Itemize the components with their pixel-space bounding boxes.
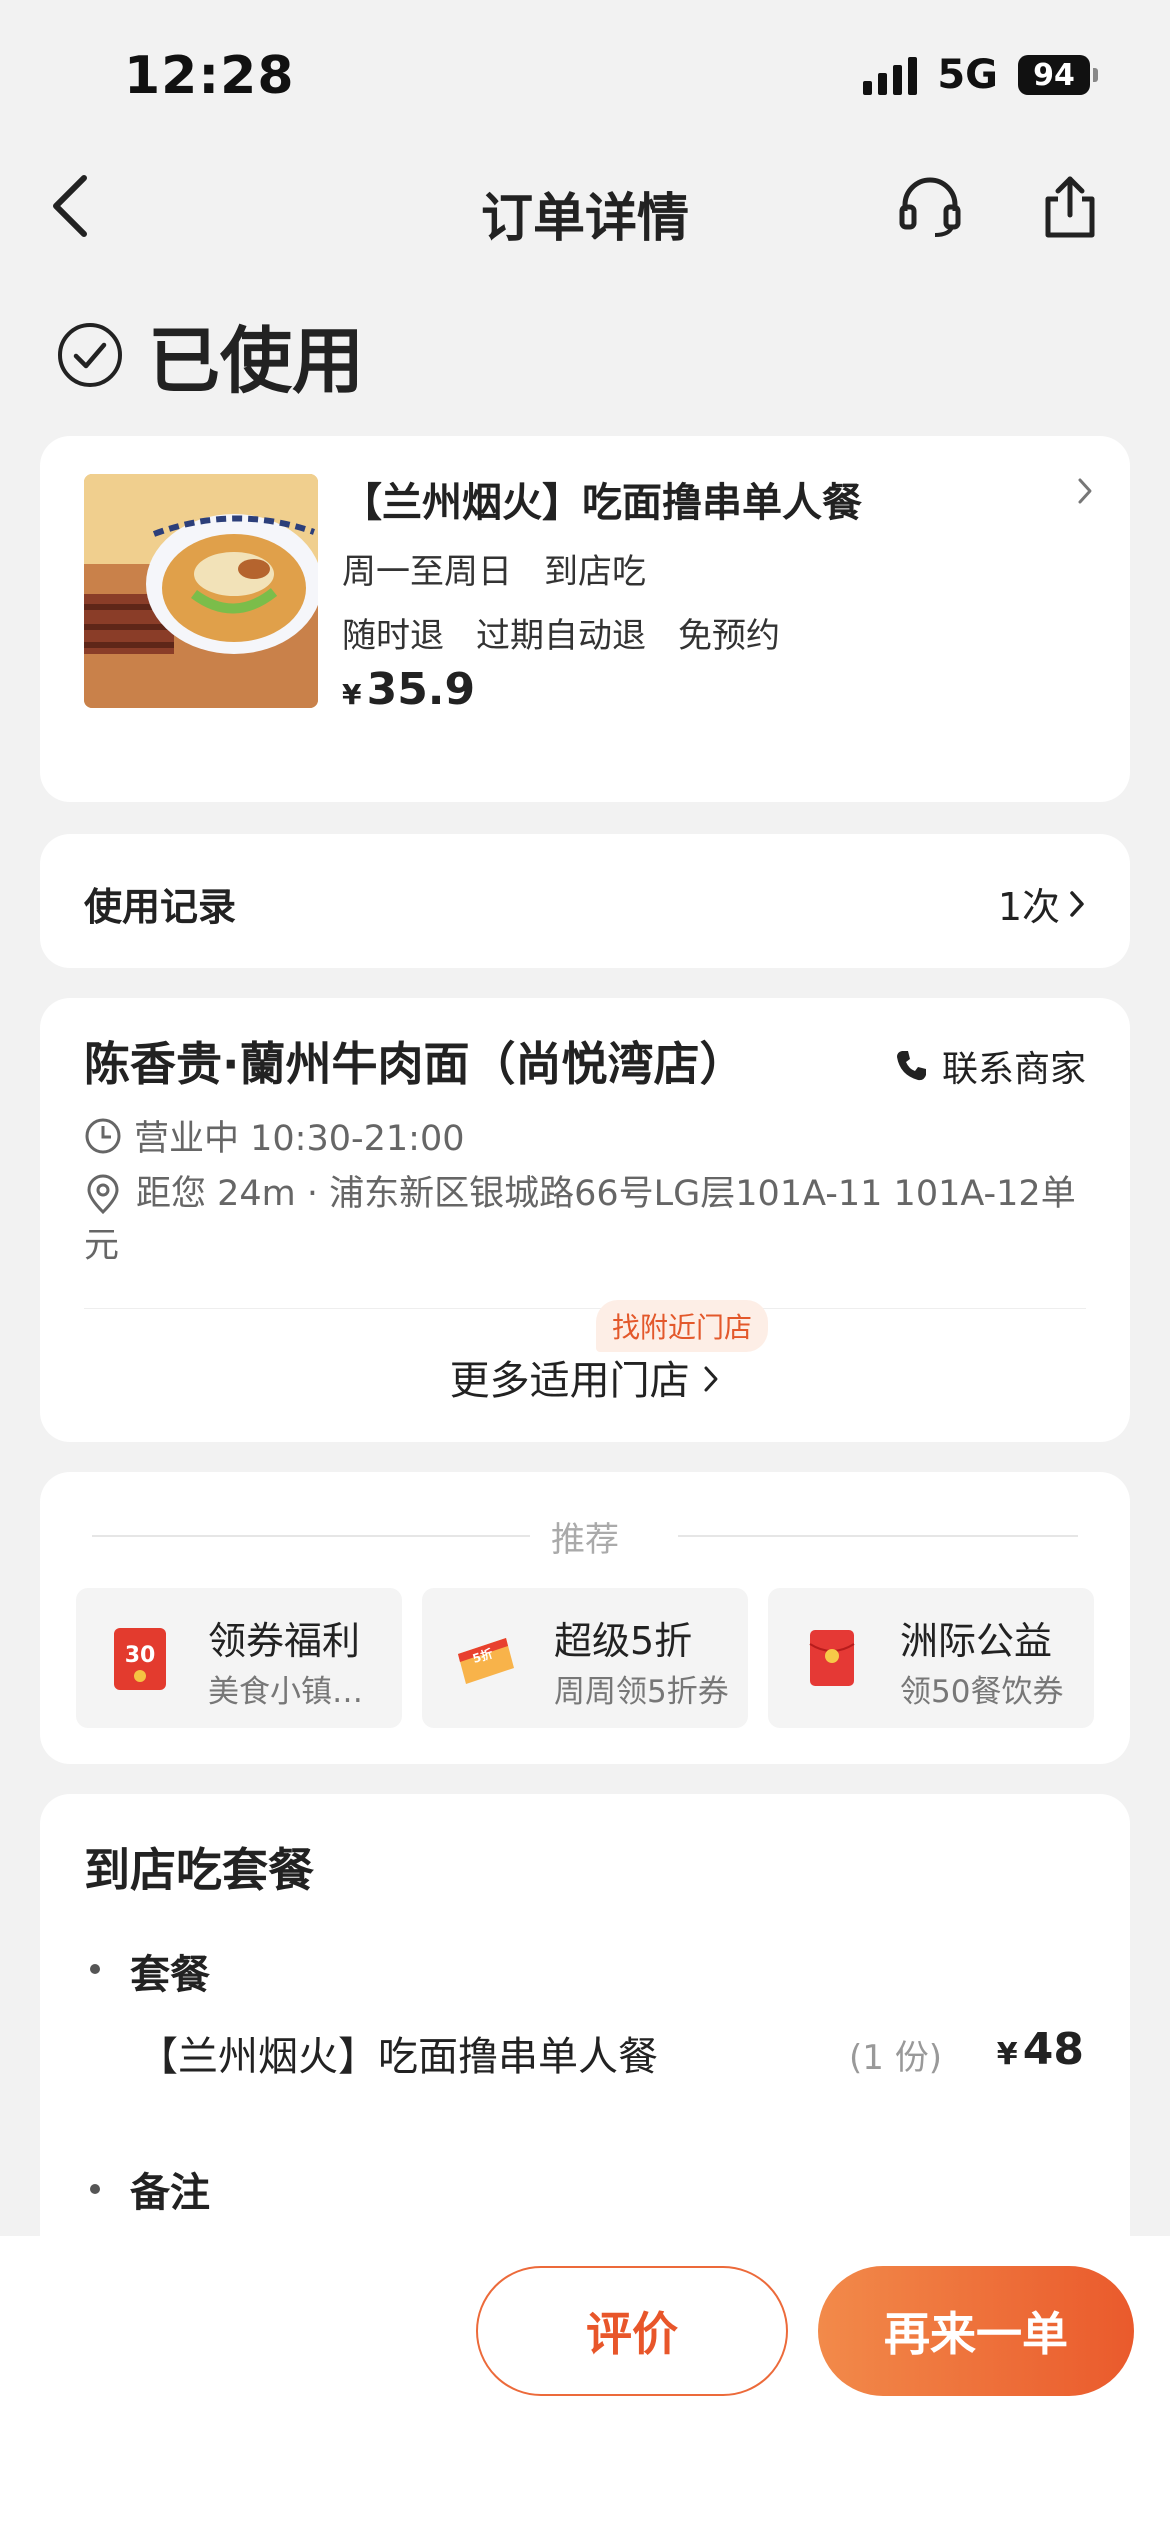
battery-level: 94 <box>1018 55 1090 95</box>
nearby-stores-tag: 找附近门店 <box>596 1300 769 1352</box>
contact-merchant-button[interactable]: 联系商家 <box>894 1040 1086 1092</box>
discount-5-icon: 5折 <box>458 1638 514 1684</box>
product-image <box>84 474 318 708</box>
divider <box>678 1535 1078 1537</box>
page-title: 订单详情 <box>480 189 689 249</box>
recommend-item-title: 洲际公益 <box>900 1619 1053 1663</box>
usage-record-label: 使用记录 <box>84 885 237 929</box>
contact-merchant-label: 联系商家 <box>941 1049 1086 1090</box>
store-address[interactable]: 距您 24m · 浦东新区银城路66号LG层101A-11 101A-12单元 <box>84 1168 1094 1272</box>
usage-count: 1次 <box>997 885 1060 929</box>
recommend-item-subtitle: 美食小镇… <box>208 1674 363 1710</box>
recommend-item-subtitle: 领50餐饮券 <box>900 1674 1064 1710</box>
recommend-item-coupon[interactable]: 30 领券福利 美食小镇… <box>76 1588 402 1728</box>
store-card: 陈香贵·蘭州牛肉面（尚悦湾店） 联系商家 营业中 10:30-21:00 距您 … <box>40 998 1130 1442</box>
battery-icon: 94 <box>1018 55 1098 95</box>
more-stores-link[interactable]: 更多适用门店 <box>40 1348 1130 1406</box>
red-envelope-icon <box>809 1630 855 1686</box>
usage-record-count: 1次 <box>998 876 1086 931</box>
recommend-item-title: 超级5折 <box>554 1619 693 1663</box>
product-schedule: 周一至周日 到店吃 <box>342 544 678 593</box>
policy-auto-refund: 过期自动退 <box>476 616 646 656</box>
price-value: 35.9 <box>366 664 476 715</box>
product-price: ¥ 35.9 <box>342 664 475 715</box>
reorder-button[interactable]: 再来一单 <box>818 2266 1134 2396</box>
price-value: 48 <box>1022 2024 1084 2075</box>
schedule-days: 周一至周日 <box>342 552 512 592</box>
divider <box>84 1308 1086 1309</box>
chevron-right-icon <box>704 1366 718 1392</box>
store-name: 陈香贵·蘭州牛肉面（尚悦湾店） <box>84 1037 746 1091</box>
package-item-name: 【兰州烟火】吃面撸串单人餐 <box>138 2034 658 2080</box>
order-status: 已使用 <box>56 302 364 407</box>
store-hours-text: 营业中 10:30-21:00 <box>134 1119 465 1159</box>
currency-symbol: ¥ <box>342 678 362 711</box>
network-type: 5G <box>937 52 998 98</box>
check-circle-icon <box>58 322 122 387</box>
recommend-item-title: 领券福利 <box>208 1619 361 1663</box>
status-indicators: 5G 94 <box>863 52 1098 98</box>
product-card[interactable]: 【兰州烟火】吃面撸串单人餐 周一至周日 到店吃 随时退 过期自动退 免预约 ¥ 35.… <box>40 436 1130 802</box>
product-title: 【兰州烟火】吃面撸串单人餐 <box>342 480 862 526</box>
share-icon[interactable] <box>1030 166 1110 246</box>
note-label: 备注 <box>130 2170 210 2216</box>
package-title: 到店吃套餐 <box>84 1843 314 1897</box>
clock-icon <box>85 1118 121 1153</box>
recommend-item-subtitle: 周周领5折券 <box>554 1674 729 1710</box>
chevron-right-icon <box>1070 890 1084 917</box>
coupon-30-icon: 30 <box>114 1628 166 1690</box>
bullet <box>90 1964 100 1974</box>
svg-text:30: 30 <box>125 1643 156 1668</box>
package-item-qty: (1 份) <box>849 2038 942 2078</box>
chevron-right-icon <box>1076 476 1094 510</box>
recommend-item-charity[interactable]: 洲际公益 领50餐饮券 <box>768 1588 1094 1728</box>
review-button[interactable]: 评价 <box>476 2266 788 2396</box>
currency-symbol: ¥ <box>996 2037 1018 2072</box>
recommend-item-discount[interactable]: 5折 超级5折 周周领5折券 <box>422 1588 748 1728</box>
package-item-price: ¥ 48 <box>997 2024 1084 2075</box>
more-stores-label: 更多适用门店 <box>449 1358 690 1404</box>
phone-icon <box>896 1051 926 1081</box>
store-hours: 营业中 10:30-21:00 <box>84 1110 464 1161</box>
bullet <box>90 2184 100 2194</box>
order-status-label: 已使用 <box>148 319 365 403</box>
bottom-action-bar: 评价 再来一单 <box>0 2236 1170 2532</box>
signal-icon <box>863 55 918 95</box>
schedule-type: 到店吃 <box>544 552 646 592</box>
recommend-card: 推荐 30 领券福利 美食小镇… 5折 超级5折 周周领5折券 洲际公益 领50… <box>40 1472 1130 1764</box>
policy-no-booking: 免预约 <box>678 616 780 656</box>
status-time: 12:28 <box>124 46 295 106</box>
product-policies: 随时退 过期自动退 免预约 <box>342 608 812 657</box>
package-section-label: 套餐 <box>130 1952 210 1998</box>
headset-icon[interactable] <box>890 166 970 246</box>
usage-record-row[interactable]: 使用记录 1次 <box>40 834 1130 968</box>
policy-refund: 随时退 <box>342 616 444 656</box>
